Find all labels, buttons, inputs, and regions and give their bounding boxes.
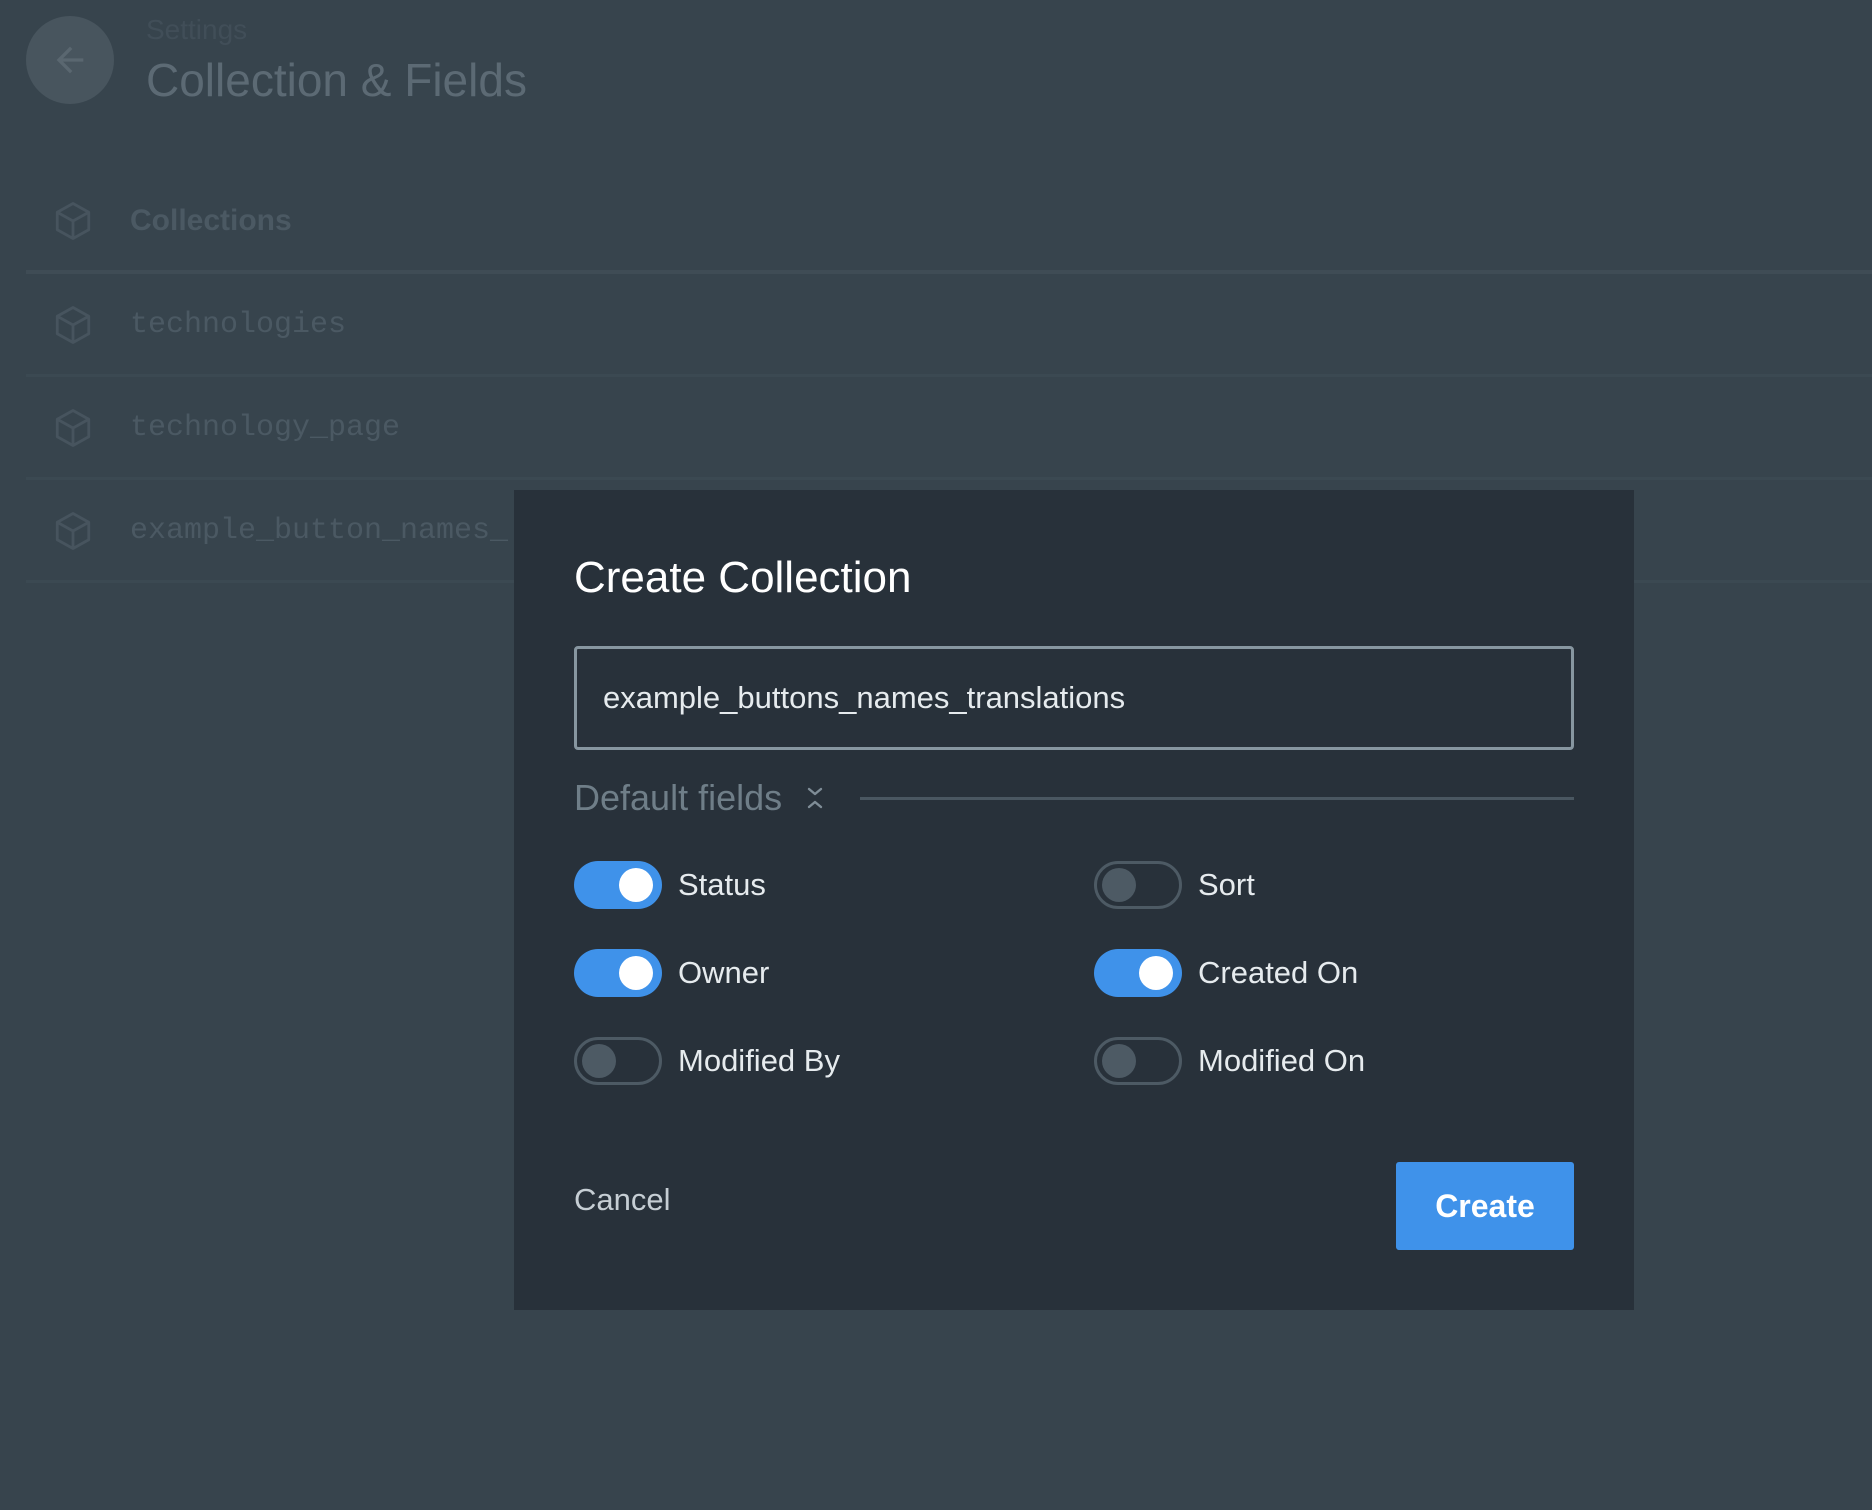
field-sort[interactable]: Sort bbox=[1094, 860, 1255, 910]
field-label-owner: Owner bbox=[678, 955, 770, 990]
cancel-button[interactable]: Cancel bbox=[574, 1180, 671, 1220]
default-fields-header: Default fields bbox=[574, 768, 1574, 828]
default-fields-label: Default fields bbox=[574, 777, 783, 818]
toggle-knob bbox=[1139, 956, 1173, 990]
field-label-status: Status bbox=[678, 867, 766, 902]
toggle-knob bbox=[1102, 1044, 1136, 1078]
cube-icon bbox=[55, 512, 91, 550]
app-window: Settings Collection & Fields Collections… bbox=[0, 0, 1872, 1510]
cube-icon bbox=[55, 306, 91, 344]
field-label-modified-by: Modified By bbox=[678, 1043, 840, 1078]
sort-toggle[interactable] bbox=[1094, 861, 1182, 909]
collections-header-label: Collections bbox=[130, 204, 292, 237]
modal-title: Create Collection bbox=[574, 553, 912, 602]
back-button[interactable] bbox=[26, 16, 114, 104]
field-modified-by[interactable]: Modified By bbox=[574, 1036, 840, 1086]
modified-on-toggle[interactable] bbox=[1094, 1037, 1182, 1085]
cube-icon bbox=[55, 409, 91, 447]
field-status[interactable]: Status bbox=[574, 860, 766, 910]
modified-by-toggle[interactable] bbox=[574, 1037, 662, 1085]
collection-name: example_button_names_ bbox=[130, 514, 509, 548]
field-owner[interactable]: Owner bbox=[574, 948, 769, 998]
field-label-created-on: Created On bbox=[1198, 955, 1359, 990]
toggle-knob bbox=[1102, 868, 1136, 902]
breadcrumb[interactable]: Settings bbox=[146, 12, 247, 48]
collection-name: technologies bbox=[130, 308, 347, 342]
collection-row[interactable]: technology_page bbox=[26, 377, 1872, 480]
collection-name: technology_page bbox=[130, 411, 401, 445]
toggle-knob bbox=[582, 1044, 616, 1078]
toggle-knob bbox=[619, 868, 653, 902]
unfold-less-icon[interactable] bbox=[800, 781, 830, 815]
section-divider bbox=[860, 796, 1574, 800]
field-label-modified-on: Modified On bbox=[1198, 1043, 1366, 1078]
field-created-on[interactable]: Created On bbox=[1094, 948, 1358, 998]
field-label-sort: Sort bbox=[1198, 867, 1255, 902]
field-modified-on[interactable]: Modified On bbox=[1094, 1036, 1365, 1086]
create-button[interactable]: Create bbox=[1396, 1162, 1574, 1250]
create-collection-modal: Create Collection Default fields Status … bbox=[514, 490, 1634, 1310]
collection-name-input[interactable] bbox=[574, 646, 1574, 750]
arrow-left-icon bbox=[56, 46, 84, 74]
collection-row[interactable]: technologies bbox=[26, 274, 1872, 377]
cube-icon bbox=[55, 202, 91, 240]
status-toggle[interactable] bbox=[574, 861, 662, 909]
owner-toggle[interactable] bbox=[574, 949, 662, 997]
collections-header-row: Collections bbox=[26, 170, 1872, 274]
created-on-toggle[interactable] bbox=[1094, 949, 1182, 997]
page-title: Collection & Fields bbox=[146, 54, 527, 106]
toggle-knob bbox=[619, 956, 653, 990]
